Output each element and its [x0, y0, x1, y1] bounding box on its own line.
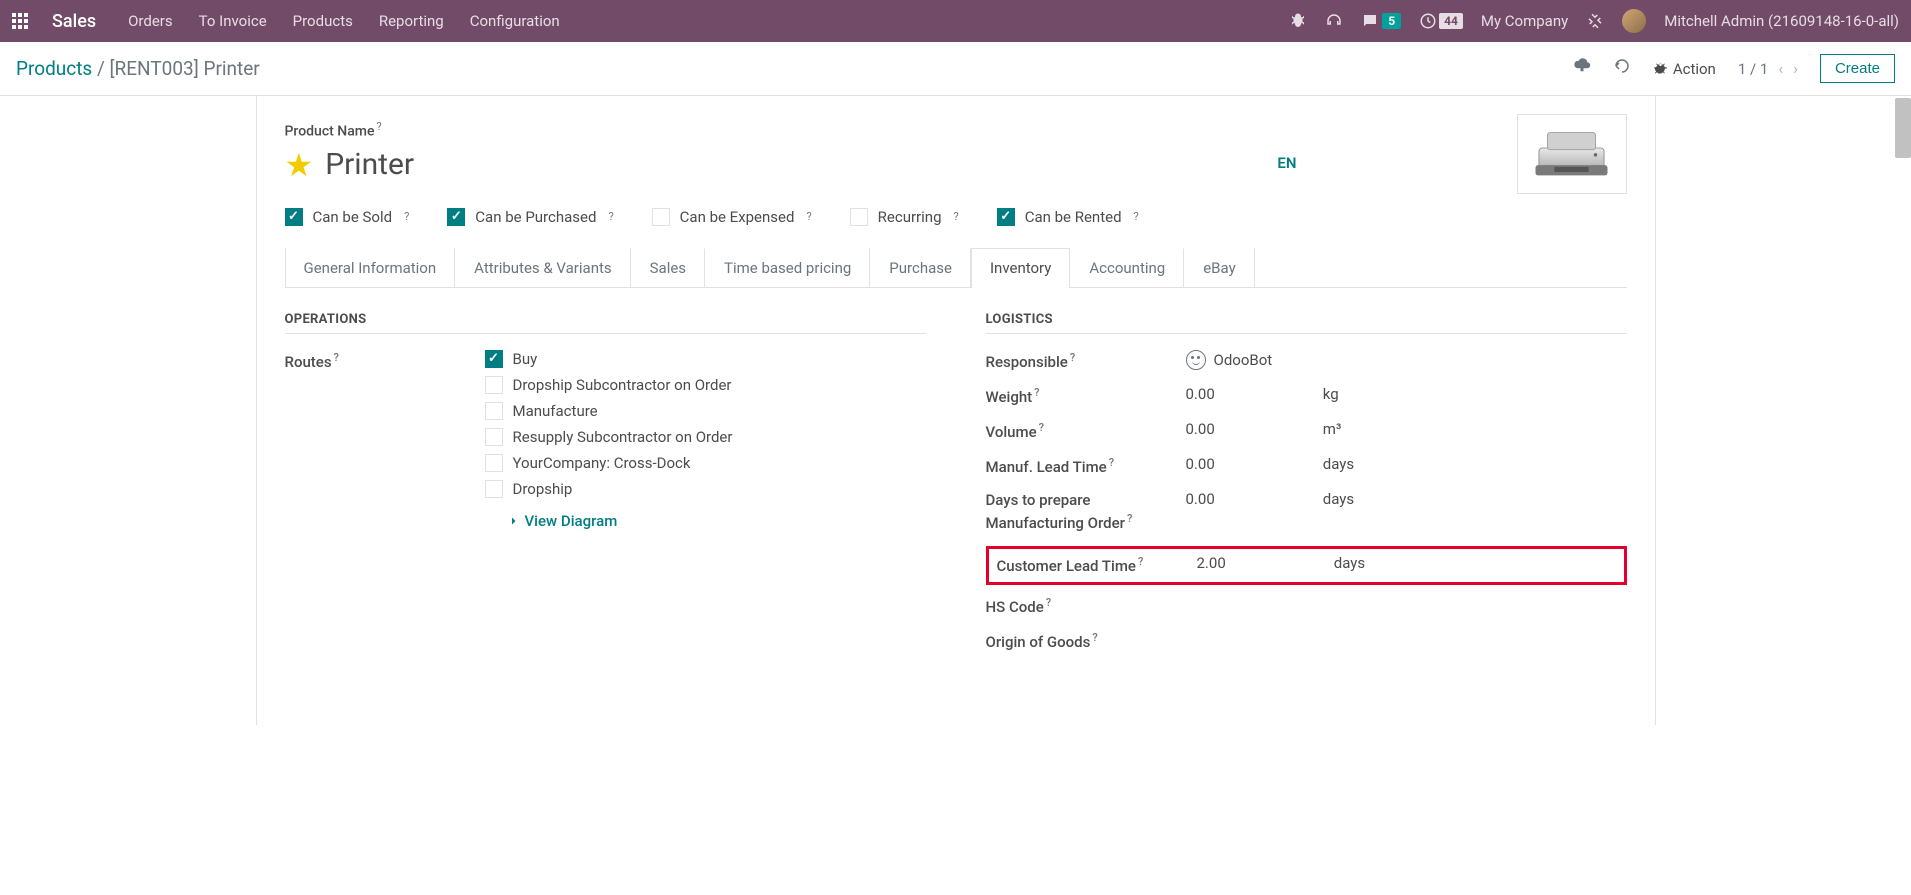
route-checkbox-cross-dock[interactable] [485, 454, 503, 472]
tab-attributes-variants[interactable]: Attributes & Variants [455, 248, 630, 287]
view-diagram-link[interactable]: View Diagram [505, 512, 733, 530]
route-checkbox-dropship[interactable] [485, 480, 503, 498]
pager-next-icon[interactable]: › [1793, 59, 1798, 78]
weight-value[interactable]: 0.00 [1186, 385, 1215, 403]
manuf-lead-time-value[interactable]: 0.00 [1186, 455, 1215, 473]
help-icon[interactable]: ? [954, 210, 959, 223]
tab-sales[interactable]: Sales [631, 248, 705, 287]
help-icon[interactable]: ? [608, 210, 613, 223]
responsible-value[interactable]: OdooBot [1214, 351, 1273, 369]
help-icon[interactable]: ? [334, 351, 339, 364]
tab-accounting[interactable]: Accounting [1070, 248, 1184, 287]
tab-time-based-pricing[interactable]: Time based pricing [705, 248, 870, 287]
apps-icon[interactable] [12, 13, 28, 29]
help-icon[interactable]: ? [1039, 421, 1044, 434]
route-checkbox-dropship-subcontractor[interactable] [485, 376, 503, 394]
help-icon[interactable]: ? [1109, 456, 1114, 469]
product-title[interactable]: Printer [325, 147, 414, 182]
checkbox-can-be-sold[interactable] [285, 208, 303, 226]
help-icon[interactable]: ? [1138, 555, 1143, 568]
tab-inventory[interactable]: Inventory [971, 248, 1070, 288]
cloud-upload-icon[interactable] [1573, 57, 1591, 80]
checkbox-can-be-purchased[interactable] [447, 208, 465, 226]
breadcrumb: Products / [RENT003] Printer [16, 57, 260, 80]
pager-value[interactable]: 1 / 1 [1738, 60, 1769, 78]
language-badge[interactable]: EN [1277, 154, 1296, 172]
prep-days-value[interactable]: 0.00 [1186, 490, 1215, 508]
help-icon[interactable]: ? [1127, 512, 1132, 525]
route-checkbox-resupply-subcontractor[interactable] [485, 428, 503, 446]
odoobot-avatar-icon [1186, 350, 1206, 370]
pager-prev-icon[interactable]: ‹ [1778, 59, 1783, 78]
debug-icon[interactable] [1586, 12, 1604, 30]
app-brand[interactable]: Sales [52, 11, 96, 32]
company-selector[interactable]: My Company [1481, 12, 1568, 30]
form-sheet: Product Name? ★ Printer EN Can be Sold? … [256, 96, 1656, 725]
nav-menu: Orders To Invoice Products Reporting Con… [128, 12, 560, 30]
help-icon[interactable]: ? [404, 210, 409, 223]
breadcrumb-current: [RENT003] Printer [110, 57, 260, 80]
tab-ebay[interactable]: eBay [1184, 248, 1254, 287]
section-operations: OPERATIONS [285, 312, 926, 334]
menu-orders[interactable]: Orders [128, 12, 173, 30]
volume-value[interactable]: 0.00 [1186, 420, 1215, 438]
undo-icon[interactable] [1613, 57, 1631, 80]
help-icon[interactable]: ? [1134, 210, 1139, 223]
checkbox-can-be-expensed[interactable] [652, 208, 670, 226]
help-icon[interactable]: ? [806, 210, 811, 223]
route-checkbox-manufacture[interactable] [485, 402, 503, 420]
main-navbar: Sales Orders To Invoice Products Reporti… [0, 0, 1911, 42]
user-menu[interactable]: Mitchell Admin (21609148-16-0-all) [1664, 12, 1899, 30]
help-icon[interactable]: ? [1092, 631, 1097, 644]
help-icon[interactable]: ? [1070, 351, 1075, 364]
messages-badge: 5 [1382, 13, 1401, 29]
menu-to-invoice[interactable]: To Invoice [199, 12, 267, 30]
checkbox-can-be-rented[interactable] [997, 208, 1015, 226]
scrollbar-thumb[interactable] [1895, 98, 1911, 158]
breadcrumb-root[interactable]: Products [16, 57, 92, 80]
favorite-star-icon[interactable]: ★ [285, 146, 314, 184]
menu-reporting[interactable]: Reporting [379, 12, 444, 30]
create-button[interactable]: Create [1820, 54, 1895, 83]
avatar[interactable] [1622, 9, 1646, 33]
help-icon[interactable]: ? [1046, 596, 1051, 609]
activities-badge: 44 [1439, 13, 1463, 29]
product-name-label: Product Name [285, 124, 375, 140]
bug-icon[interactable] [1289, 12, 1307, 30]
support-icon[interactable] [1325, 12, 1343, 30]
checkbox-recurring[interactable] [850, 208, 868, 226]
highlighted-customer-lead-time: Customer Lead Time? 2.00days [986, 546, 1627, 585]
tab-general-information[interactable]: General Information [285, 248, 456, 287]
activities-icon[interactable]: 44 [1419, 12, 1463, 30]
control-panel: Products / [RENT003] Printer Action 1 / … [0, 42, 1911, 96]
help-icon[interactable]: ? [376, 120, 381, 133]
tab-purchase[interactable]: Purchase [870, 248, 971, 287]
action-dropdown[interactable]: Action [1653, 60, 1716, 78]
route-checkbox-buy[interactable] [485, 350, 503, 368]
menu-configuration[interactable]: Configuration [470, 12, 560, 30]
menu-products[interactable]: Products [293, 12, 353, 30]
help-icon[interactable]: ? [1034, 386, 1039, 399]
product-flags-row: Can be Sold? Can be Purchased? Can be Ex… [285, 208, 1627, 226]
section-logistics: LOGISTICS [986, 312, 1627, 334]
form-tabs: General Information Attributes & Variant… [285, 248, 1627, 288]
messages-icon[interactable]: 5 [1361, 12, 1401, 30]
customer-lead-time-value[interactable]: 2.00 [1197, 554, 1226, 572]
